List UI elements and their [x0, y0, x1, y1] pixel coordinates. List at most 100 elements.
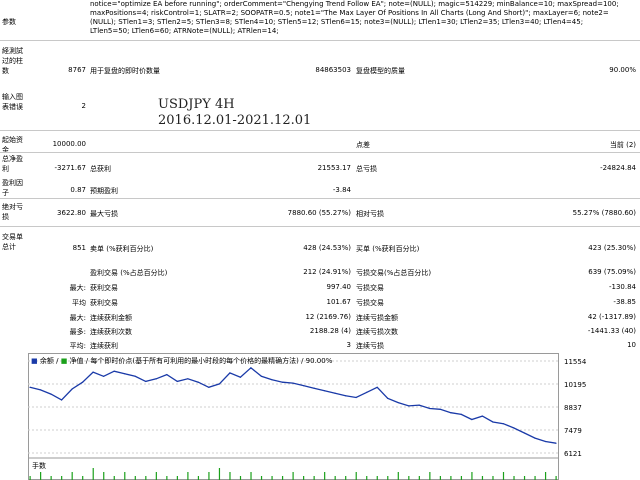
legend-sep: / [56, 357, 59, 365]
balance-point [450, 412, 452, 414]
balance-point [229, 372, 231, 374]
volume-bar [113, 476, 115, 480]
loss-trades-value: 639 (75.09%) [588, 268, 636, 276]
short-label: 卖单 (%获利百分比) [90, 245, 154, 253]
balance-point [103, 375, 105, 377]
max-prefix: 最大: [69, 314, 86, 322]
divider [0, 130, 640, 131]
profit-trades-value: 212 (24.91%) [303, 268, 351, 276]
volume-bar [50, 476, 52, 480]
max-cons-profit-value: 2188.28 (4) [309, 327, 351, 335]
volume-bar [218, 468, 221, 480]
volume-bar [40, 472, 42, 480]
balance-point [271, 379, 273, 381]
volume-bar [82, 476, 84, 480]
largest-loss-value: -130.84 [608, 283, 636, 291]
volume-bar [239, 476, 242, 480]
most-prefix: 最多: [69, 328, 86, 336]
max-cons-losses-label: 连续亏损金额 [356, 314, 398, 322]
balance-point [218, 383, 220, 385]
balance-point [187, 378, 189, 380]
balance-point [302, 385, 305, 387]
balance-point [481, 415, 483, 417]
volume-bar [124, 472, 126, 480]
largest-loss-label: 亏损交易 [356, 284, 384, 292]
volume-bar [134, 476, 136, 480]
max-cons-losses-value: 42 (-1317.89) [587, 313, 636, 321]
balance-point [281, 381, 284, 383]
balance-point [29, 386, 31, 388]
balance-point [166, 374, 168, 376]
balance-point [323, 390, 326, 392]
volume-bar [523, 476, 526, 480]
volume-bar [303, 476, 305, 480]
rel-dd-value: 55.27% (7880.60) [572, 209, 636, 217]
bars-label: 経測試过的柱数 [2, 47, 23, 75]
volume-bar [555, 476, 557, 480]
largest-profit-value: 997.40 [326, 283, 352, 291]
avg-loss-label: 亏损交易 [356, 299, 384, 307]
volume-bar [92, 468, 94, 480]
y-tick-label: 11554 [564, 358, 587, 366]
balance-point [145, 380, 147, 382]
max-cons-wins-label: 连续获利金额 [90, 314, 132, 322]
balance-chart: 11554 10195 8837 7479 6121 手数 ■ 余额 / ■ 净值 / … [28, 353, 640, 480]
volume-bar [376, 476, 378, 480]
long-value: 423 (25.30%) [588, 244, 636, 252]
volume-bar [229, 472, 231, 480]
balance-point [71, 388, 73, 390]
balance-point [124, 373, 126, 375]
volume-bar [471, 472, 473, 480]
balance-point [534, 437, 536, 439]
volume-bar [513, 476, 515, 480]
balance-point [60, 399, 63, 401]
legend-sep: / [85, 357, 89, 365]
spread-value: 当前 (2) [609, 141, 636, 149]
volume-bar [29, 476, 31, 480]
avg-cons-losses-value: 10 [627, 341, 636, 349]
max-cons-wins-value: 12 (2169.76) [305, 313, 351, 321]
balance-point [50, 393, 52, 395]
volume-bar [345, 476, 347, 480]
chart-legend: ■ 余额 / ■ 净值 / 每个即时价点(基于所有可利用的最小时段的每个价格的最… [31, 356, 332, 366]
divider [0, 40, 640, 41]
balance-point [366, 391, 368, 393]
overlay-range: 2016.12.01-2021.12.01 [158, 113, 312, 128]
balance-point [113, 370, 115, 372]
volume-bar [260, 476, 263, 480]
overlay-symbol: USDJPY 4H [158, 97, 235, 112]
profit-trades-label: 盈利交易 (%占总百分比) [90, 269, 168, 277]
balance-point [92, 371, 94, 373]
ticks-value: 84863503 [315, 66, 351, 74]
balance-point [471, 418, 473, 421]
balance-point [513, 427, 515, 429]
params-label: 参数 [2, 18, 16, 26]
net-value: -3271.67 [54, 164, 86, 172]
params-text: notice="optimize EA before running"; ord… [90, 0, 619, 36]
volume-bar [187, 472, 189, 480]
volume-bar [502, 472, 505, 480]
volume-bar [324, 472, 326, 480]
divider [0, 152, 640, 153]
volume-bar [281, 476, 284, 480]
volume-bar [460, 476, 463, 480]
y-tick-label: 10195 [564, 381, 586, 389]
trades-label: 交易单总计 [2, 233, 23, 251]
balance-point [82, 381, 84, 383]
pf-label: 盈利因子 [2, 179, 23, 197]
avg-profit-label: 获利交易 [90, 299, 118, 307]
y-tick-label: 6121 [564, 450, 582, 458]
balance-point [555, 442, 557, 444]
volume-bar [534, 476, 536, 480]
params-line-1: notice="optimize EA before running"; ord… [90, 0, 619, 8]
params-line-4: LTlen5=50; LTlen6=60; ATRNote=(NULL); AT… [90, 27, 279, 35]
long-label: 买单 (%获利百分比) [356, 245, 420, 253]
balance-point [544, 440, 547, 443]
balance-point [155, 378, 157, 380]
balance-point [376, 386, 378, 388]
volume-bar [366, 476, 368, 480]
balance-point [197, 381, 199, 383]
avg-cons-wins-value: 3 [346, 341, 351, 349]
abs-dd-label: 绝对亏损 [2, 203, 23, 221]
gross-profit-value: 21553.17 [317, 164, 351, 172]
